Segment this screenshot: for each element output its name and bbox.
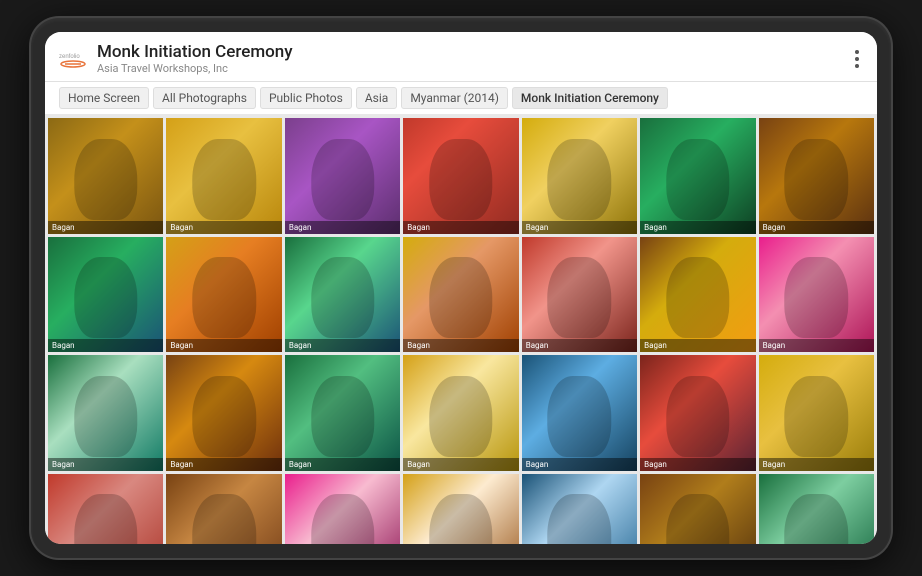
tablet-frame: zenfolio Monk Initiation Ceremony Asia T…: [31, 18, 891, 558]
photo-location-label: Bagan: [48, 221, 163, 234]
photo-location-label: Bagan: [759, 339, 874, 352]
list-item[interactable]: Bagan: [166, 237, 281, 352]
list-item[interactable]: Bagan: [48, 355, 163, 470]
app-header: zenfolio Monk Initiation Ceremony Asia T…: [45, 32, 877, 82]
list-item[interactable]: Bagan: [759, 237, 874, 352]
breadcrumb: Home Screen All Photographs Public Photo…: [45, 82, 877, 115]
photo-location-label: Bagan: [640, 221, 755, 234]
breadcrumb-home[interactable]: Home Screen: [59, 87, 149, 109]
page-subtitle: Asia Travel Workshops, Inc: [97, 62, 293, 75]
list-item[interactable]: Bagan: [522, 118, 637, 233]
photo-location-label: Bagan: [166, 458, 281, 471]
list-item[interactable]: Bagan: [403, 355, 518, 470]
breadcrumb-monk[interactable]: Monk Initiation Ceremony: [512, 87, 668, 109]
photo-location-label: Bagan: [759, 221, 874, 234]
list-item[interactable]: Bagan: [759, 118, 874, 233]
list-item[interactable]: Bagan: [640, 118, 755, 233]
photo-location-label: Bagan: [759, 458, 874, 471]
photo-location-label: Bagan: [48, 339, 163, 352]
list-item[interactable]: Bagan: [166, 474, 281, 544]
list-item[interactable]: Bagan: [285, 474, 400, 544]
list-item[interactable]: Bagan: [285, 237, 400, 352]
more-options-button[interactable]: [851, 46, 863, 72]
list-item[interactable]: Bagan: [640, 474, 755, 544]
photo-grid: Bagan Bagan Bagan Bagan Bagan Bagan: [45, 115, 877, 544]
menu-dot-3: [855, 64, 859, 68]
list-item[interactable]: Bagan: [285, 355, 400, 470]
photo-location-label: Bagan: [285, 339, 400, 352]
photo-location-label: Bagan: [403, 221, 518, 234]
list-item[interactable]: Bagan: [403, 118, 518, 233]
list-item[interactable]: Bagan: [48, 118, 163, 233]
photo-location-label: Bagan: [166, 339, 281, 352]
list-item[interactable]: Bagan: [403, 474, 518, 544]
header-left: zenfolio Monk Initiation Ceremony Asia T…: [59, 42, 293, 75]
photo-location-label: Bagan: [522, 458, 637, 471]
list-item[interactable]: Bagan: [522, 355, 637, 470]
list-item[interactable]: Bagan: [640, 237, 755, 352]
menu-dot-2: [855, 57, 859, 61]
page-title: Monk Initiation Ceremony: [97, 42, 293, 62]
zenfolio-logo: zenfolio: [59, 50, 87, 68]
breadcrumb-all-photos[interactable]: All Photographs: [153, 87, 256, 109]
photo-location-label: Bagan: [48, 458, 163, 471]
list-item[interactable]: Bagan: [759, 474, 874, 544]
photo-location-label: Bagan: [403, 339, 518, 352]
menu-dot-1: [855, 50, 859, 54]
header-title-block: Monk Initiation Ceremony Asia Travel Wor…: [97, 42, 293, 75]
list-item[interactable]: Bagan: [48, 237, 163, 352]
list-item[interactable]: Bagan: [285, 118, 400, 233]
list-item[interactable]: Bagan: [166, 118, 281, 233]
list-item[interactable]: Bagan: [522, 237, 637, 352]
breadcrumb-asia[interactable]: Asia: [356, 87, 397, 109]
photo-location-label: Bagan: [285, 458, 400, 471]
photo-grid-wrapper[interactable]: Bagan Bagan Bagan Bagan Bagan Bagan: [45, 115, 877, 544]
photo-location-label: Bagan: [285, 221, 400, 234]
photo-location-label: Bagan: [522, 339, 637, 352]
svg-text:zenfolio: zenfolio: [59, 54, 80, 60]
photo-location-label: Bagan: [640, 458, 755, 471]
list-item[interactable]: Bagan: [759, 355, 874, 470]
photo-location-label: Bagan: [640, 339, 755, 352]
list-item[interactable]: Bagan: [522, 474, 637, 544]
breadcrumb-public-photos[interactable]: Public Photos: [260, 87, 352, 109]
device-screen: zenfolio Monk Initiation Ceremony Asia T…: [45, 32, 877, 544]
photo-location-label: Bagan: [166, 221, 281, 234]
zenfolio-logo-icon: zenfolio: [59, 50, 87, 68]
list-item[interactable]: Bagan: [403, 237, 518, 352]
list-item[interactable]: Bagan: [640, 355, 755, 470]
list-item[interactable]: Bagan: [48, 474, 163, 544]
list-item[interactable]: Bagan: [166, 355, 281, 470]
breadcrumb-myanmar[interactable]: Myanmar (2014): [401, 87, 508, 109]
photo-location-label: Bagan: [522, 221, 637, 234]
photo-location-label: Bagan: [403, 458, 518, 471]
